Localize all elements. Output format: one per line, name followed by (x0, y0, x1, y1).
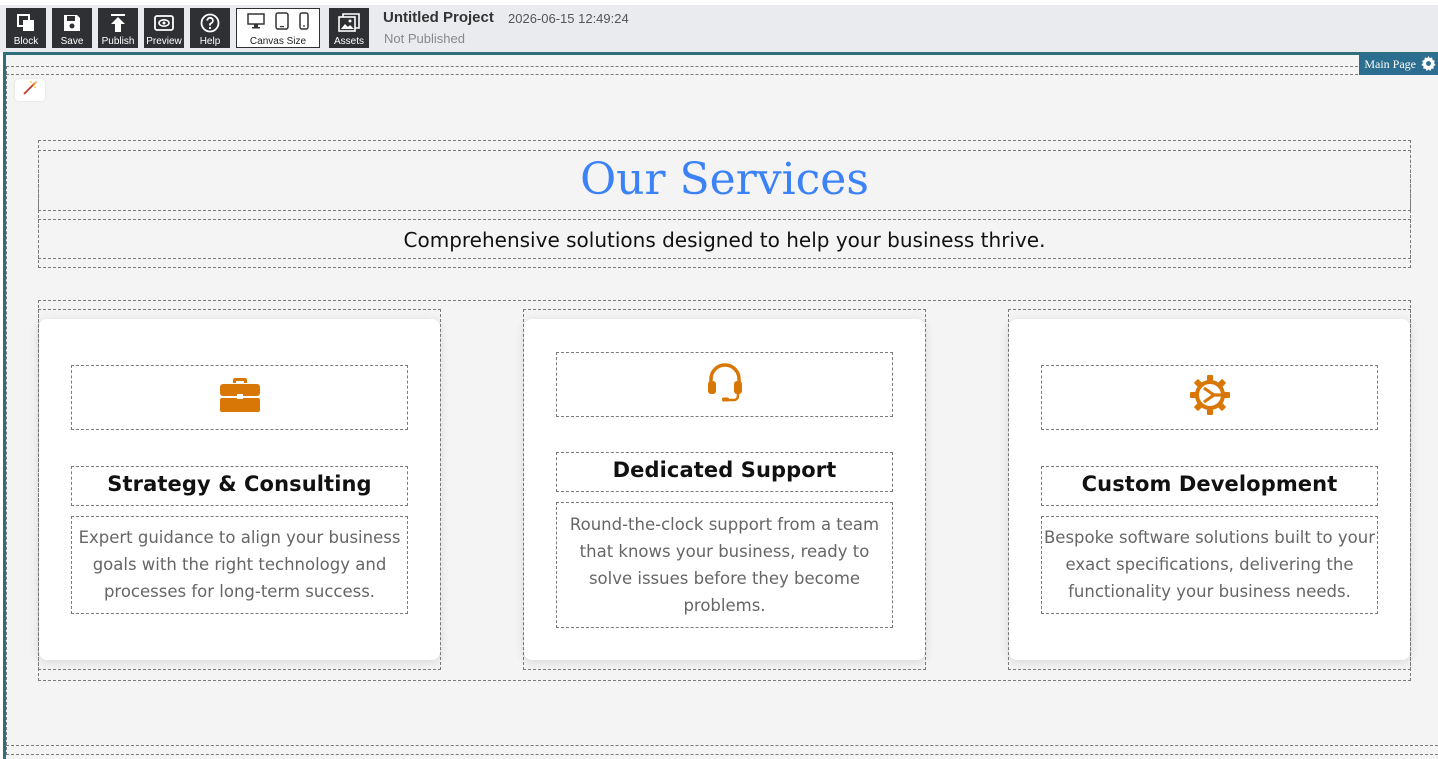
blocks-icon (15, 12, 37, 34)
upload-icon (107, 12, 129, 34)
service-card[interactable]: Strategy & Consulting Expert guidance to… (39, 319, 440, 660)
card-title: Custom Development (1081, 472, 1338, 496)
briefcase-icon (219, 377, 261, 418)
assets-label: Assets (333, 36, 364, 47)
publish-button[interactable]: Publish (98, 8, 138, 48)
tablet-icon[interactable] (275, 11, 289, 35)
assets-button[interactable]: Assets (329, 8, 369, 48)
card-icon-box (1041, 365, 1378, 430)
canvas-size-label: Canvas Size (249, 36, 307, 47)
help-label: Help (199, 36, 221, 47)
card-title: Strategy & Consulting (107, 472, 372, 496)
card-description: Expert guidance to align your business g… (78, 528, 401, 601)
publish-status: Not Published (384, 31, 465, 46)
publish-label: Publish (101, 36, 135, 47)
preview-button[interactable]: Preview (144, 8, 184, 48)
editor-toolbar: Block Save Publish Preview Help Canvas S… (0, 5, 1438, 52)
services-subheading: Comprehensive solutions designed to help… (403, 228, 1046, 252)
project-timestamp: 2026-06-15 12:49:24 (508, 11, 629, 26)
gear-code-icon (1189, 374, 1231, 421)
project-title: Untitled Project (383, 9, 494, 26)
preview-label: Preview (146, 36, 182, 47)
service-card[interactable]: Dedicated Support Round-the-clock suppor… (524, 319, 925, 660)
service-card[interactable]: Custom Development Bespoke software solu… (1009, 319, 1410, 660)
magic-wand-button[interactable] (15, 79, 45, 101)
main-page-tag[interactable]: Main Page (1359, 53, 1438, 75)
eye-icon (153, 12, 175, 34)
page-settings-icon[interactable] (1421, 56, 1436, 78)
images-icon (338, 12, 360, 34)
mobile-icon[interactable] (299, 11, 309, 35)
card-description: Round-the-clock support from a team that… (569, 515, 880, 615)
help-icon (199, 12, 221, 34)
section-top-guide (6, 74, 1438, 75)
section-bottom-guide (6, 745, 1438, 746)
card-description: Bespoke software solutions built to your… (1043, 528, 1375, 601)
services-heading: Our Services (580, 154, 869, 205)
block-button[interactable]: Block (6, 8, 46, 48)
card-title: Dedicated Support (612, 458, 837, 482)
card-icon-box (71, 365, 408, 430)
save-button[interactable]: Save (52, 8, 92, 48)
card-icon-box (556, 352, 893, 417)
main-page-label: Main Page (1364, 57, 1416, 71)
save-icon (61, 12, 83, 34)
headset-icon (707, 362, 743, 407)
desktop-icon[interactable] (247, 12, 265, 34)
help-button[interactable]: Help (190, 8, 230, 48)
save-label: Save (60, 36, 84, 47)
magic-wand-icon (22, 80, 38, 101)
canvas-size-selector[interactable]: Canvas Size (236, 8, 320, 48)
block-label: Block (13, 36, 39, 47)
